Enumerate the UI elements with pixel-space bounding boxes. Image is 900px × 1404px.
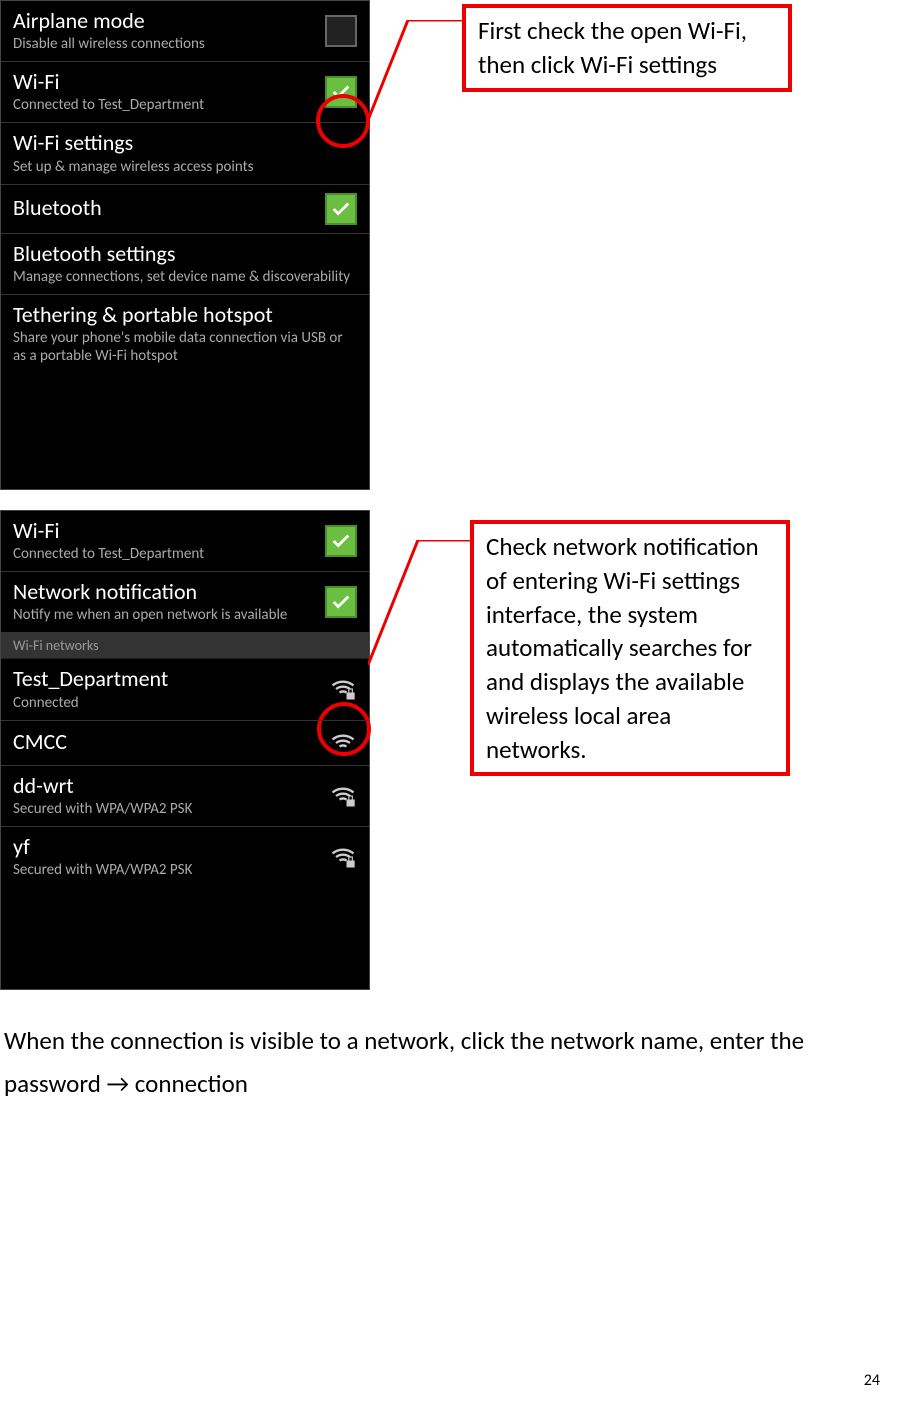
net-title: yf xyxy=(13,835,329,859)
leader-line xyxy=(368,540,478,670)
row-title: Wi-Fi xyxy=(13,519,325,543)
row-title: Wi-Fi xyxy=(13,70,325,94)
body-paragraph: When the connection is visible to a netw… xyxy=(0,1020,880,1105)
checkbox-notification[interactable] xyxy=(325,586,357,618)
network-row[interactable]: CMCC xyxy=(1,721,369,766)
wifi-icon xyxy=(329,729,357,757)
row-sub: Notify me when an open network is availa… xyxy=(13,606,325,624)
checkbox-wifi[interactable] xyxy=(325,525,357,557)
row-network-notification[interactable]: Network notification Notify me when an o… xyxy=(1,572,369,633)
network-row[interactable]: yf Secured with WPA/WPA2 PSK xyxy=(1,827,369,887)
net-title: dd-wrt xyxy=(13,774,329,798)
leader-line xyxy=(368,20,468,125)
network-row[interactable]: dd-wrt Secured with WPA/WPA2 PSK xyxy=(1,766,369,827)
row-title: Tethering & portable hotspot xyxy=(13,303,357,327)
net-title: CMCC xyxy=(13,730,329,754)
wifi-lock-icon xyxy=(329,675,357,703)
row-title: Airplane mode xyxy=(13,9,325,33)
row-title: Wi-Fi settings xyxy=(13,131,357,155)
row-sub: Disable all wireless connections xyxy=(13,35,325,53)
annotation-circle xyxy=(316,94,370,148)
net-sub: Secured with WPA/WPA2 PSK xyxy=(13,800,329,818)
callout-text: Check network notification of entering W… xyxy=(486,531,759,765)
screenshot-settings: Airplane mode Disable all wireless conne… xyxy=(0,0,370,490)
row-title: Network notification xyxy=(13,580,325,604)
row-airplane[interactable]: Airplane mode Disable all wireless conne… xyxy=(1,1,369,62)
callout-box: First check the open Wi-Fi, then click W… xyxy=(462,4,792,92)
row-title: Bluetooth xyxy=(13,196,325,220)
row-sub: Connected to Test_Department xyxy=(13,96,325,114)
wifi-networks-header: Wi-Fi networks xyxy=(1,633,369,659)
row-sub: Set up & manage wireless access points xyxy=(13,158,357,176)
row-sub: Connected to Test_Department xyxy=(13,545,325,563)
row-wifi[interactable]: Wi-Fi Connected to Test_Department xyxy=(1,511,369,572)
wifi-lock-icon xyxy=(329,782,357,810)
row-wifi-settings[interactable]: Wi-Fi settings Set up & manage wireless … xyxy=(1,123,369,184)
row-title: Bluetooth settings xyxy=(13,242,357,266)
net-sub: Secured with WPA/WPA2 PSK xyxy=(13,861,329,879)
row-bt-settings[interactable]: Bluetooth settings Manage connections, s… xyxy=(1,234,369,295)
checkbox-bluetooth[interactable] xyxy=(325,193,357,225)
callout-text: First check the open Wi-Fi, then click W… xyxy=(478,15,747,80)
row-bluetooth[interactable]: Bluetooth xyxy=(1,185,369,234)
row-sub: Share your phone's mobile data connectio… xyxy=(13,329,357,365)
page-number: 24 xyxy=(864,1371,880,1390)
row-tether[interactable]: Tethering & portable hotspot Share your … xyxy=(1,295,369,373)
wifi-lock-icon xyxy=(329,843,357,871)
net-sub: Connected xyxy=(13,694,329,712)
screenshot-wifi-settings: Wi-Fi Connected to Test_Department Netwo… xyxy=(0,510,370,990)
callout-box: Check network notification of entering W… xyxy=(470,520,790,776)
net-title: Test_Department xyxy=(13,667,329,691)
row-wifi[interactable]: Wi-Fi Connected to Test_Department xyxy=(1,62,369,123)
checkbox-airplane[interactable] xyxy=(325,15,357,47)
row-sub: Manage connections, set device name & di… xyxy=(13,268,357,286)
network-row[interactable]: Test_Department Connected xyxy=(1,659,369,720)
